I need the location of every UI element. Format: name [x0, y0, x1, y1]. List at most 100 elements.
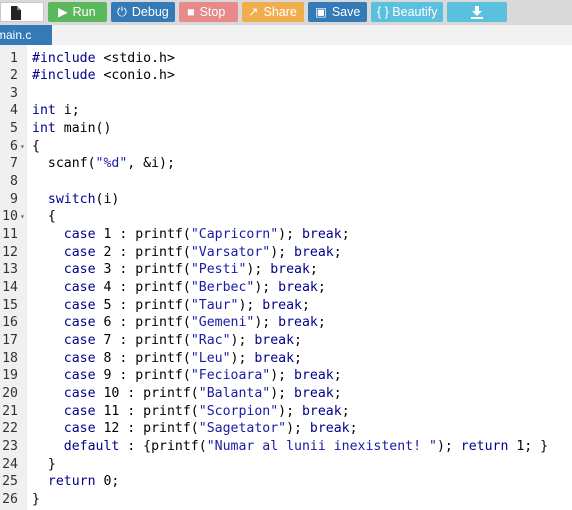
share-icon: ↗ [248, 5, 259, 19]
code-token: { [32, 138, 40, 154]
keyword-token: return [460, 439, 509, 455]
line-number: 9 [10, 191, 18, 207]
code-line[interactable]: 4 int i; [0, 102, 572, 120]
code-line[interactable]: 12 case 2 : printf("Varsator"); break; [0, 244, 572, 262]
code-line[interactable]: 6 ▾ { [0, 138, 572, 156]
code-line[interactable]: 21 case 11 : printf("Scorpion"); break; [0, 403, 572, 421]
code-text: case 11 : printf("Scorpion"); break; [32, 403, 350, 421]
line-number: 12 [2, 244, 18, 260]
keyword-token: case [63, 403, 96, 419]
code-token: 10 : printf( [95, 386, 199, 402]
code-text: int main() [32, 120, 111, 138]
code-line[interactable]: 9 switch(i) [0, 191, 572, 209]
code-line[interactable]: 18 case 8 : printf("Leu"); break; [0, 350, 572, 368]
code-line[interactable]: 11 case 1 : printf("Capricorn"); break; [0, 226, 572, 244]
line-number: 18 [2, 350, 18, 366]
keyword-token: break [294, 386, 334, 402]
code-text: case 9 : printf("Fecioara"); break; [32, 367, 342, 385]
keyword-token: #include [32, 50, 96, 66]
string-token: "Gemeni" [190, 315, 255, 331]
code-text: case 1 : printf("Capricorn"); break; [32, 226, 350, 244]
code-token: ; [333, 386, 342, 402]
code-line[interactable]: 3 [0, 85, 572, 103]
string-token: "Leu" [190, 350, 231, 366]
line-number: 11 [2, 227, 18, 243]
code-line[interactable]: 16 case 6 : printf("Gemeni"); break; [0, 314, 572, 332]
code-token: } [32, 492, 40, 507]
code-line[interactable]: 24 } [0, 456, 572, 474]
keyword-token: break [278, 315, 318, 331]
code-line[interactable]: 13 case 3 : printf("Pesti"); break; [0, 261, 572, 279]
code-token: ; [294, 350, 302, 366]
code-line[interactable]: 8 [0, 173, 572, 191]
code-line[interactable]: 10 ▾ { [0, 208, 572, 226]
code-token: 2 : printf( [95, 244, 191, 260]
keyword-token: break [254, 350, 295, 366]
code-text: case 5 : printf("Taur"); break; [32, 297, 310, 315]
code-token: scanf( [32, 156, 96, 172]
line-number: 13 [2, 262, 18, 278]
code-token: i; [55, 103, 80, 119]
code-text: case 4 : printf("Berbec"); break; [32, 279, 326, 297]
fold-arrow-icon[interactable]: ▾ [20, 208, 27, 226]
code-token: ); [270, 244, 295, 260]
code-token: 0; [95, 474, 120, 490]
code-line[interactable]: 20 case 10 : printf("Balanta"); break; [0, 385, 572, 403]
code-editor[interactable]: 1 #include <stdio.h> 2 #include <conio.h> 3 4… [0, 45, 572, 510]
keyword-token: case [63, 244, 96, 260]
keyword-token: case [63, 227, 96, 243]
string-token: "Balanta" [198, 386, 271, 402]
code-line[interactable]: 26} [0, 491, 572, 509]
code-line[interactable]: 25 return 0; [0, 473, 572, 491]
keyword-token: case [63, 386, 96, 402]
code-token: ); [254, 315, 279, 331]
code-line[interactable]: 7 scanf("%d", &i); [0, 155, 572, 173]
code-line[interactable]: 22 case 12 : printf("Sagetator"); break; [0, 420, 572, 438]
file-menu-button[interactable] [0, 2, 44, 22]
code-token: main() [55, 121, 112, 137]
share-button[interactable]: ↗ Share [242, 2, 304, 22]
code-token: } [32, 456, 56, 472]
code-text: case 7 : printf("Rac"); break; [32, 332, 302, 350]
tab-main-c[interactable]: main.c [0, 25, 52, 45]
code-line[interactable]: 19 case 9 : printf("Fecioara"); break; [0, 367, 572, 385]
code-line[interactable]: 17 case 7 : printf("Rac"); break; [0, 332, 572, 350]
code-line[interactable]: 2 #include <conio.h> [0, 67, 572, 85]
code-text: case 12 : printf("Sagetator"); break; [32, 420, 358, 438]
line-number: 14 [2, 280, 18, 296]
string-token: "Pesti" [190, 262, 247, 278]
code-token: ); [246, 262, 271, 278]
download-button[interactable] [447, 2, 507, 22]
code-token: ); [254, 280, 279, 296]
code-token: ; [341, 227, 350, 243]
run-button[interactable]: ▶ Run [48, 2, 107, 22]
code-line[interactable]: 14 case 4 : printf("Berbec"); break; [0, 279, 572, 297]
code-token: ; [341, 403, 350, 419]
code-line[interactable]: 1 #include <stdio.h> [0, 50, 572, 68]
code-line[interactable]: 5 int main() [0, 120, 572, 138]
save-button[interactable]: ▣ Save [308, 2, 367, 22]
code-token: : {printf( [119, 439, 207, 455]
keyword-token: case [63, 421, 96, 437]
code-token: <conio.h> [95, 68, 175, 84]
line-number: 7 [10, 156, 18, 172]
line-number: 6 [10, 138, 18, 154]
code-token: ; [294, 333, 302, 349]
code-token: ); [238, 297, 263, 313]
fold-arrow-icon[interactable]: ▾ [20, 138, 27, 156]
string-token: "Sagetator" [198, 421, 287, 437]
line-number: 19 [2, 368, 18, 384]
code-text: case 8 : printf("Leu"); break; [32, 350, 302, 368]
code-line[interactable]: 15 case 5 : printf("Taur"); break; [0, 297, 572, 315]
beautify-button[interactable]: { } Beautify [371, 2, 443, 22]
code-line[interactable]: 23 default : {printf("Numar al lunii ine… [0, 438, 572, 456]
line-number: 25 [2, 474, 18, 490]
line-number: 1 [10, 50, 18, 66]
debug-button[interactable]: ⏻ Debug [111, 2, 175, 22]
stop-button[interactable]: ■ Stop [179, 2, 238, 22]
code-text: #include <stdio.h> [32, 50, 175, 68]
